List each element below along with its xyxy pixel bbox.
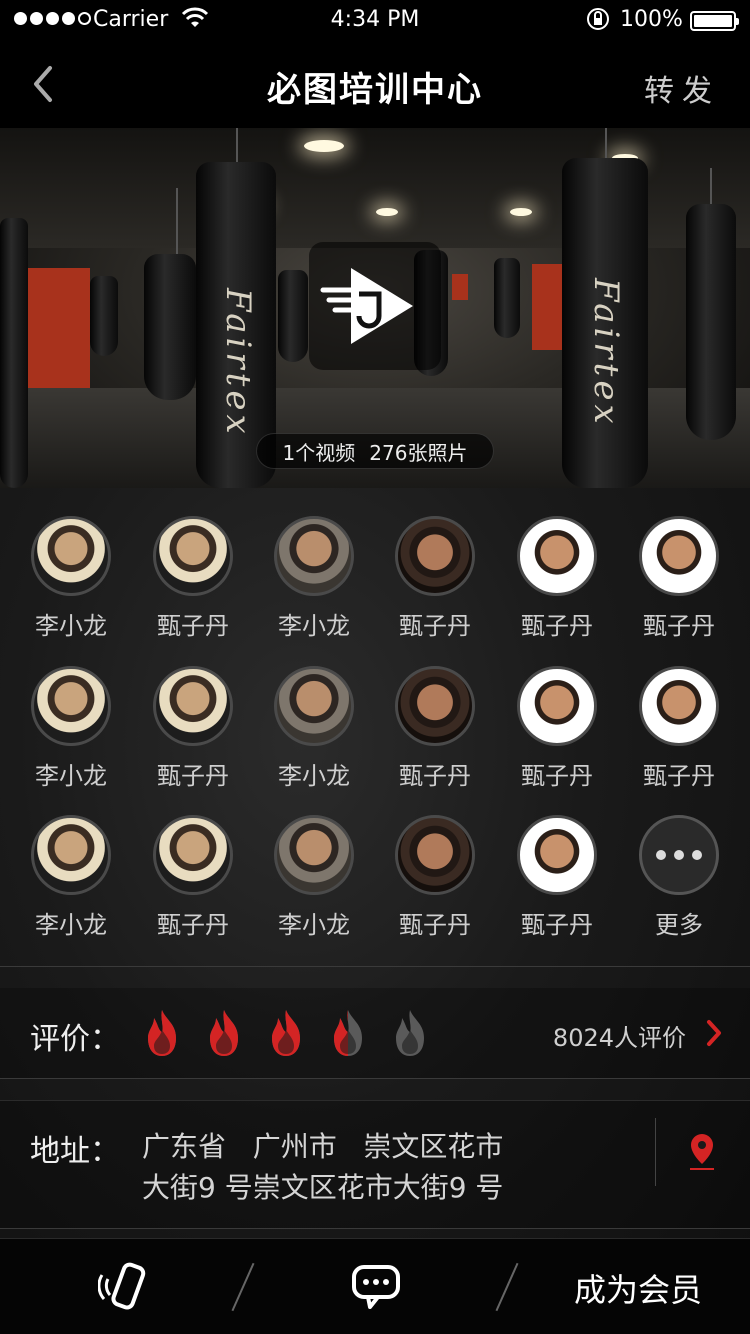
video-play-icon xyxy=(320,268,413,344)
rating-label: 评价： xyxy=(30,1022,120,1057)
share-button[interactable]: 转发 xyxy=(644,66,720,110)
flame-icon xyxy=(396,1010,424,1056)
coach-item[interactable]: 甄子丹 xyxy=(502,815,612,940)
coach-item[interactable]: 甄子丹 xyxy=(502,516,612,641)
coach-name: 甄子丹 xyxy=(521,762,593,790)
coach-name: 李小龙 xyxy=(278,762,350,790)
coach-item[interactable]: 甄子丹 xyxy=(624,516,734,641)
more-coaches-button[interactable]: 更多 xyxy=(624,815,734,940)
chat-bubble-icon[interactable] xyxy=(346,1261,406,1313)
coach-name: 甄子丹 xyxy=(643,762,715,790)
rotation-lock-icon xyxy=(587,8,609,30)
avatar xyxy=(639,666,719,746)
rating-row[interactable]: 评价： 8024人评价 xyxy=(0,988,750,1078)
coach-name: 甄子丹 xyxy=(399,762,471,790)
avatar xyxy=(31,666,111,746)
avatar xyxy=(517,666,597,746)
battery-percent: 100% xyxy=(620,7,683,32)
address-row[interactable]: 地址： 广东省 广州市 崇文区花市 大街9 号崇文区花市大街9 号 xyxy=(0,1100,750,1228)
location-pin-icon[interactable] xyxy=(686,1132,718,1172)
coach-name: 甄子丹 xyxy=(157,612,229,640)
coach-item[interactable]: 李小龙 xyxy=(16,666,126,791)
become-member-button[interactable]: 成为会员 xyxy=(574,1265,702,1311)
coach-item[interactable]: 甄子丹 xyxy=(380,516,490,641)
divider xyxy=(0,1228,750,1229)
address-line-2: 大街9 号崇文区花市大街9 号 xyxy=(142,1171,504,1204)
coach-name: 李小龙 xyxy=(35,762,107,790)
coach-name: 更多 xyxy=(655,911,703,939)
flame-icon xyxy=(272,1010,300,1056)
gym-cover-image[interactable]: Fairtex Fairtex 1个视频 276张照片 xyxy=(0,128,750,488)
status-bar: Carrier 4:34 PM 100% xyxy=(0,0,750,40)
flame-icon xyxy=(334,1010,362,1056)
coach-name: 李小龙 xyxy=(35,911,107,939)
avatar xyxy=(395,666,475,746)
battery-icon xyxy=(690,11,739,31)
divider xyxy=(0,1078,750,1079)
video-play-button[interactable] xyxy=(309,242,441,370)
coach-name: 李小龙 xyxy=(278,911,350,939)
coach-name: 甄子丹 xyxy=(399,911,471,939)
bottom-action-bar: 成为会员 xyxy=(0,1238,750,1334)
coach-name: 甄子丹 xyxy=(521,612,593,640)
coach-item[interactable]: 李小龙 xyxy=(259,516,369,641)
media-count-badge[interactable]: 1个视频 276张照片 xyxy=(256,433,494,469)
page-title: 必图培训中心 xyxy=(267,70,483,110)
flame-icon xyxy=(148,1010,176,1056)
coach-item[interactable]: 甄子丹 xyxy=(138,815,248,940)
avatar xyxy=(274,666,354,746)
divider xyxy=(0,966,750,967)
avatar xyxy=(31,815,111,895)
coach-item[interactable]: 甄子丹 xyxy=(380,815,490,940)
content-area: 李小龙 甄子丹 李小龙 甄子丹 甄子丹 甄子丹 李小龙 甄子丹 李小龙 甄子丹 甄子丹 甄子丹 李小龙甄… xyxy=(0,488,750,1334)
rating-count: 8024人评价 xyxy=(552,1024,686,1052)
avatar xyxy=(395,516,475,596)
coach-item[interactable]: 李小龙 xyxy=(16,815,126,940)
avatar xyxy=(274,815,354,895)
avatar xyxy=(517,516,597,596)
coach-name: 甄子丹 xyxy=(643,612,715,640)
coach-name: 甄子丹 xyxy=(399,612,471,640)
coach-item[interactable]: 甄子丹 xyxy=(138,666,248,791)
separator xyxy=(495,1262,519,1312)
coach-name: 甄子丹 xyxy=(521,911,593,939)
coach-item[interactable]: 甄子丹 xyxy=(624,666,734,791)
coach-item[interactable]: 李小龙 xyxy=(16,516,126,641)
coach-item[interactable]: 甄子丹 xyxy=(138,516,248,641)
phone-icon[interactable] xyxy=(98,1259,158,1315)
coach-item[interactable]: 甄子丹 xyxy=(502,666,612,791)
chevron-right-icon[interactable] xyxy=(704,1018,724,1048)
flame-icon xyxy=(210,1010,238,1056)
avatar xyxy=(31,516,111,596)
coach-name: 李小龙 xyxy=(278,612,350,640)
coach-name: 李小龙 xyxy=(35,612,107,640)
avatar xyxy=(153,666,233,746)
video-count: 1个视频 xyxy=(282,440,356,465)
address-separator xyxy=(655,1118,656,1186)
more-dots-icon xyxy=(639,815,719,895)
separator xyxy=(231,1262,255,1312)
coach-item[interactable]: 李小龙 xyxy=(259,815,369,940)
avatar xyxy=(153,815,233,895)
photo-count: 276张照片 xyxy=(369,440,468,465)
avatar xyxy=(153,516,233,596)
coach-item[interactable]: 李小龙 xyxy=(259,666,369,791)
avatar xyxy=(517,815,597,895)
address-label: 地址： xyxy=(30,1134,120,1169)
coach-name: 甄子丹 xyxy=(157,762,229,790)
avatar xyxy=(395,815,475,895)
address-text: 广东省 广州市 崇文区花市 大街9 号崇文区花市大街9 号 xyxy=(142,1126,542,1208)
coach-name: 甄子丹 xyxy=(157,911,229,939)
avatar xyxy=(274,516,354,596)
address-line-1: 广东省 广州市 崇文区花市 xyxy=(142,1130,504,1163)
nav-bar: 必图培训中心 转发 xyxy=(0,40,750,128)
avatar xyxy=(639,516,719,596)
coach-item[interactable]: 甄子丹 xyxy=(380,666,490,791)
rating-flames xyxy=(140,1008,432,1058)
